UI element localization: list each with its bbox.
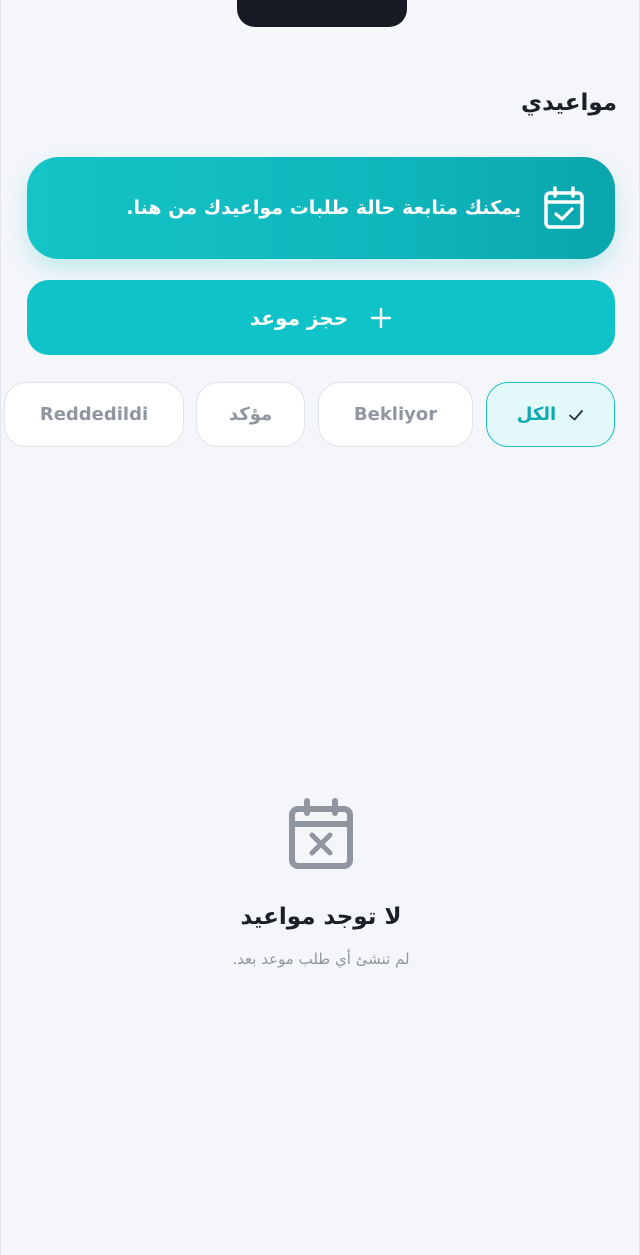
empty-state-title: لا توجد مواعيد (240, 904, 402, 930)
empty-state: لا توجد مواعيد لم تنشئ أي طلب موعد بعد. (1, 798, 639, 968)
page-title: مواعيدي (520, 90, 617, 116)
filter-chip-label: Reddedildi (39, 404, 149, 425)
info-banner-text: يمكنك متابعة حالة طلبات مواعيدك من هنا. (126, 197, 521, 219)
filter-chip-all[interactable]: الكل (486, 382, 615, 447)
filter-chip-label: مؤكد (228, 404, 273, 425)
calendar-check-icon (544, 186, 584, 229)
check-icon (569, 409, 584, 420)
filter-chip-label: الكل (516, 404, 557, 425)
filter-chip-pending[interactable]: Bekliyor (318, 382, 473, 447)
book-appointment-label: حجز موعد (249, 305, 349, 330)
plus-icon (370, 307, 392, 328)
book-appointment-button[interactable]: حجز موعد (27, 280, 615, 355)
calendar-x-icon (289, 798, 353, 869)
filter-chip-rejected[interactable]: Reddedildi (4, 382, 184, 447)
filter-chip-confirmed[interactable]: مؤكد (196, 382, 305, 447)
filter-chip-label: Bekliyor (353, 404, 438, 425)
empty-state-subtitle: لم تنشئ أي طلب موعد بعد. (232, 950, 410, 968)
appointments-screen: مواعيدي يمكنك متابعة حالة طلبات مواعيدك … (0, 0, 640, 1255)
info-banner: يمكنك متابعة حالة طلبات مواعيدك من هنا. (27, 157, 615, 259)
device-notch (237, 0, 407, 27)
